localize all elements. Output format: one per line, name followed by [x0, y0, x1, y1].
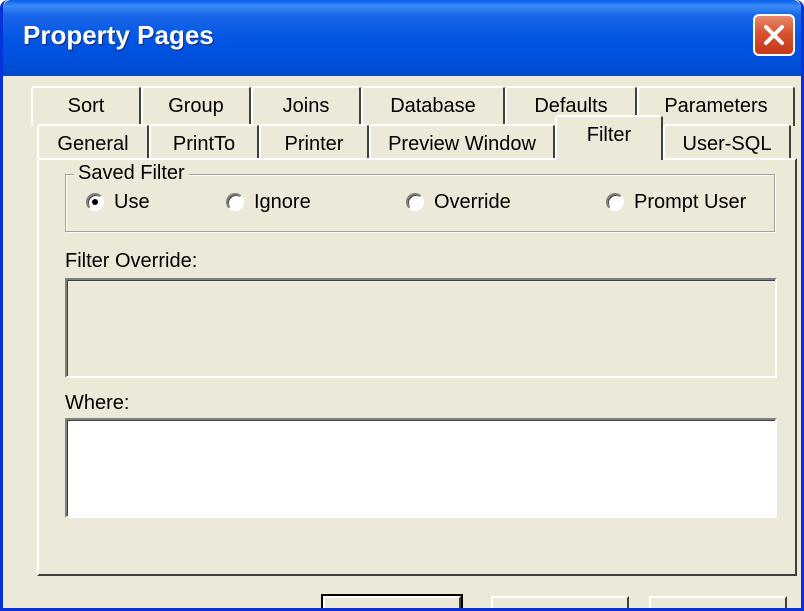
- close-button[interactable]: [753, 14, 795, 56]
- apply-button[interactable]: Apply: [649, 596, 787, 608]
- dialog-client-area: Sort Group Joins Database Defaults Param…: [3, 76, 801, 608]
- filter-override-label: Filter Override:: [65, 250, 198, 272]
- filter-override-field[interactable]: [65, 278, 777, 378]
- radio-use-label[interactable]: Use: [114, 189, 150, 215]
- tab-group[interactable]: Group: [141, 86, 251, 126]
- title-bar[interactable]: Property Pages: [3, 0, 801, 76]
- radio-override-circle[interactable]: [406, 193, 424, 211]
- filter-tab-panel: Saved Filter Use Ignore Override Prompt …: [37, 158, 797, 576]
- tab-sort[interactable]: Sort: [31, 86, 141, 126]
- radio-override-label[interactable]: Override: [434, 189, 511, 215]
- saved-filter-group: Saved Filter Use Ignore Override Prompt …: [65, 161, 775, 232]
- radio-prompt-user-circle[interactable]: [606, 193, 624, 211]
- property-pages-window: Property Pages Sort Group Joins Database…: [0, 0, 804, 611]
- radio-use-circle[interactable]: [86, 193, 104, 211]
- radio-prompt-user-label[interactable]: Prompt User: [634, 189, 746, 215]
- saved-filter-legend: Saved Filter: [74, 161, 189, 185]
- tab-joins[interactable]: Joins: [251, 86, 361, 126]
- ok-button[interactable]: OK: [321, 594, 463, 608]
- cancel-button[interactable]: Cancel: [491, 596, 629, 608]
- radio-selected-dot: [92, 199, 98, 205]
- radio-ignore-circle[interactable]: [226, 193, 244, 211]
- radio-ignore-label[interactable]: Ignore: [254, 189, 311, 215]
- window-title: Property Pages: [23, 20, 214, 50]
- tab-filter[interactable]: Filter: [555, 115, 663, 160]
- close-icon: [764, 25, 784, 45]
- where-field[interactable]: [65, 418, 777, 518]
- where-label: Where:: [65, 392, 130, 414]
- tab-database[interactable]: Database: [361, 86, 505, 126]
